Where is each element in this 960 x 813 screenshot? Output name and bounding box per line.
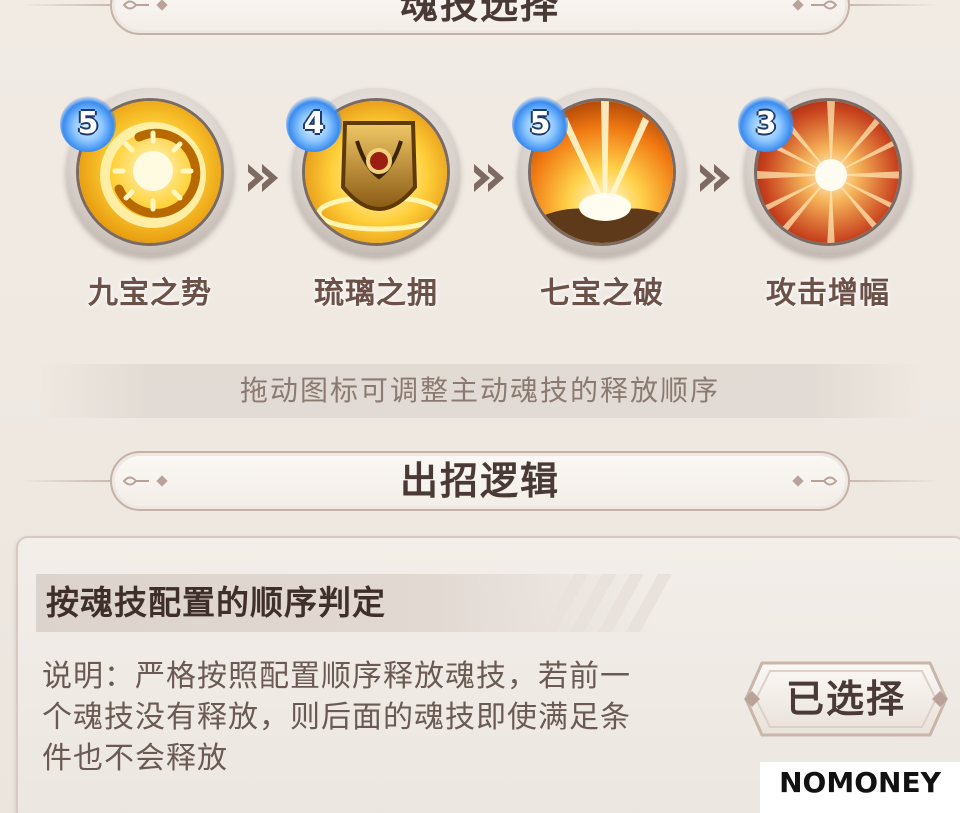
divider-line [850,4,940,6]
section-title: 魂技选择 [399,0,560,27]
skill-level: 5 [77,106,99,141]
skill-level: 3 [755,106,777,141]
skill-name: 七宝之破 [540,276,664,311]
description-line: 个魂技没有释放，则后面的魂技即使满足条 [42,700,631,735]
description-line: 说明：严格按照配置顺序释放魂技，若前一 [42,659,631,694]
skill-level: 5 [529,106,551,141]
skill-select-title-bar: 魂技选择 [0,0,960,35]
section-title: 出招逻辑 [399,458,560,503]
description-line: 件也不会释放 [42,741,228,776]
skill-level: 4 [303,106,325,141]
skill-level-badge: 4 [286,96,342,152]
drag-hint-text: 拖动图标可调整主动魂技的释放顺序 [239,374,720,407]
skill-level-badge: 3 [738,96,794,152]
skill-slot-3[interactable]: 5 七宝之破 [512,88,692,328]
skill-name: 九宝之势 [88,276,212,311]
nomoney-logo: NOMONEY [760,762,960,813]
skill-level-badge: 5 [512,96,568,152]
selected-button[interactable]: 已选择 [740,655,952,743]
skill-slot-2[interactable]: 4 琉璃之拥 [286,88,466,328]
divider-line [20,480,110,482]
chevron-right-icon [474,164,504,192]
logic-title-bar: 出招逻辑 [0,451,960,511]
skill-level-badge: 5 [60,96,116,152]
skill-slot-1[interactable]: 5 九宝之势 [60,88,240,328]
option-description: 说明：严格按照配置顺序释放魂技，若前一 个魂技没有释放，则后面的魂技即使满足条 … [42,656,732,779]
option-header: 按魂技配置的顺序判定 [36,574,672,632]
skill-name: 琉璃之拥 [314,276,438,311]
option-title: 按魂技配置的顺序判定 [46,583,386,622]
skill-slot-4[interactable]: 3 攻击增幅 [738,88,918,328]
logo-text: NOMONEY [779,766,941,799]
chevron-right-icon [700,164,730,192]
selected-button-label: 已选择 [785,676,906,721]
divider-line [850,480,940,482]
stripe-decoration [542,574,672,632]
chevron-right-icon [248,164,278,192]
skill-name: 攻击增幅 [766,276,890,311]
divider-line [20,4,110,6]
